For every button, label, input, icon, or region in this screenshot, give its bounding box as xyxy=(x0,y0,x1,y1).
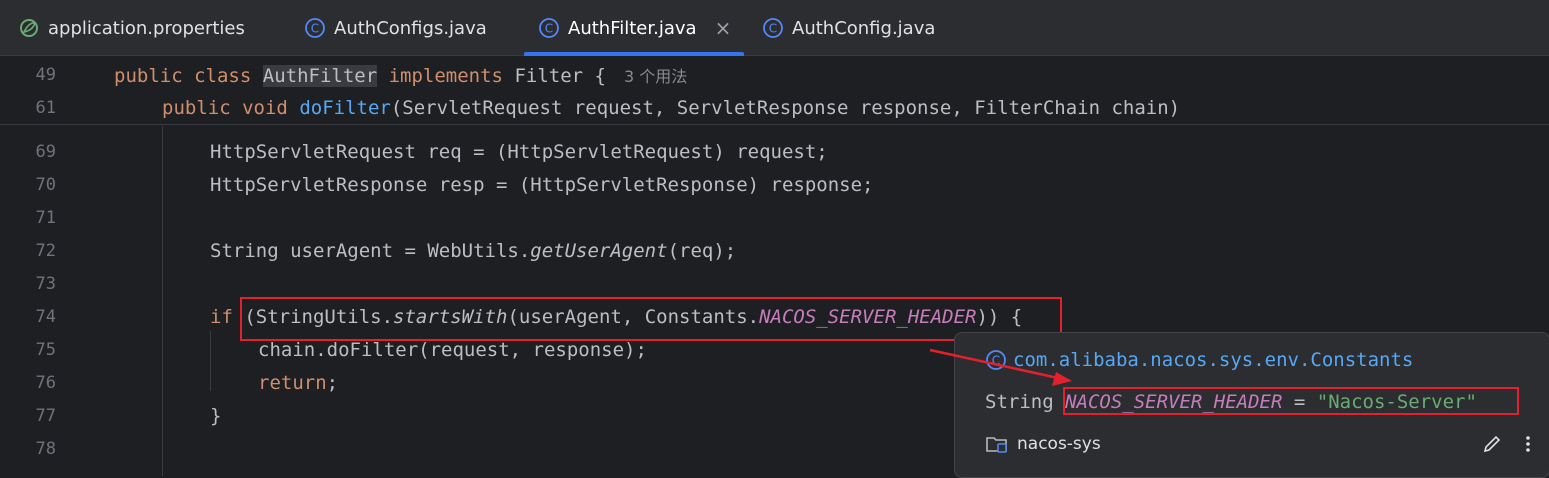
svg-text:C: C xyxy=(992,354,1000,368)
code-text: if (StringUtils.startsWith(userAgent, Co… xyxy=(210,305,1023,328)
spring-leaf-icon xyxy=(18,17,40,39)
tab-application-properties[interactable]: application.properties xyxy=(4,0,259,56)
line-number: 71 xyxy=(35,207,56,228)
code-text: public class AuthFilter implements Filte… xyxy=(114,64,688,87)
popup-declaration: String NACOS_SERVER_HEADER = "Nacos-Serv… xyxy=(985,391,1477,413)
class-icon: C xyxy=(985,349,1007,371)
close-icon[interactable]: × xyxy=(715,16,732,40)
quick-documentation-popup: C com.alibaba.nacos.sys.env.Constants St… xyxy=(954,332,1549,478)
tab-authconfig-java[interactable]: C AuthConfig.java xyxy=(748,0,949,56)
popup-package[interactable]: C com.alibaba.nacos.sys.env.Constants xyxy=(985,349,1413,371)
code-line[interactable]: 73 xyxy=(0,267,1549,300)
class-icon: C xyxy=(762,17,784,39)
code-text: HttpServletRequest req = (HttpServletReq… xyxy=(210,140,828,163)
sticky-scope-header: 49 public class AuthFilter implements Fi… xyxy=(0,57,1549,125)
line-number: 74 xyxy=(35,306,56,327)
popup-module[interactable]: nacos-sys xyxy=(985,433,1101,455)
svg-text:C: C xyxy=(545,22,553,36)
svg-text:C: C xyxy=(311,22,319,36)
tab-authfilter-java[interactable]: C AuthFilter.java × xyxy=(524,0,744,56)
line-number: 75 xyxy=(35,339,56,360)
code-line[interactable]: 71 xyxy=(0,201,1549,234)
edit-pencil-icon[interactable] xyxy=(1481,433,1503,455)
code-text: String userAgent = WebUtils.getUserAgent… xyxy=(210,239,737,262)
code-line[interactable]: 69 HttpServletRequest req = (HttpServlet… xyxy=(0,135,1549,168)
line-number: 78 xyxy=(35,438,56,459)
svg-text:C: C xyxy=(769,22,777,36)
line-number: 61 xyxy=(35,97,56,118)
line-number: 49 xyxy=(35,64,56,85)
code-text: return; xyxy=(258,371,339,394)
code-text: } xyxy=(210,404,222,427)
code-line[interactable]: 72 String userAgent = WebUtils.getUserAg… xyxy=(0,234,1549,267)
editor-tab-bar: application.properties C AuthConfigs.jav… xyxy=(0,0,1549,56)
tab-label: AuthConfigs.java xyxy=(334,17,487,39)
tab-label: application.properties xyxy=(48,17,245,39)
line-number: 72 xyxy=(35,240,56,261)
code-text: HttpServletResponse resp = (HttpServletR… xyxy=(210,173,874,196)
class-icon: C xyxy=(538,17,560,39)
popup-actions xyxy=(1481,433,1531,455)
tab-label: AuthFilter.java xyxy=(568,17,697,39)
code-line[interactable]: 74 if (StringUtils.startsWith(userAgent,… xyxy=(0,300,1549,333)
tab-label: AuthConfig.java xyxy=(792,17,936,39)
usages-hint[interactable]: 3 个用法 xyxy=(624,67,687,86)
line-number: 69 xyxy=(35,141,56,162)
code-text: chain.doFilter(request, response); xyxy=(258,338,647,361)
code-line[interactable]: 49 public class AuthFilter implements Fi… xyxy=(0,58,1549,91)
code-line[interactable]: 61 public void doFilter(ServletRequest r… xyxy=(0,91,1549,124)
line-number: 77 xyxy=(35,405,56,426)
line-number: 73 xyxy=(35,273,56,294)
line-number: 70 xyxy=(35,174,56,195)
package-name: com.alibaba.nacos.sys.env.Constants xyxy=(1013,349,1414,371)
code-text: public void doFilter(ServletRequest requ… xyxy=(162,96,1181,119)
code-line[interactable]: 70 HttpServletResponse resp = (HttpServl… xyxy=(0,168,1549,201)
line-number: 76 xyxy=(35,372,56,393)
module-name: nacos-sys xyxy=(1017,434,1101,454)
tab-authconfigs-java[interactable]: C AuthConfigs.java xyxy=(290,0,501,56)
more-options-icon[interactable] xyxy=(1525,433,1531,455)
class-icon: C xyxy=(304,17,326,39)
folder-icon xyxy=(985,433,1009,455)
